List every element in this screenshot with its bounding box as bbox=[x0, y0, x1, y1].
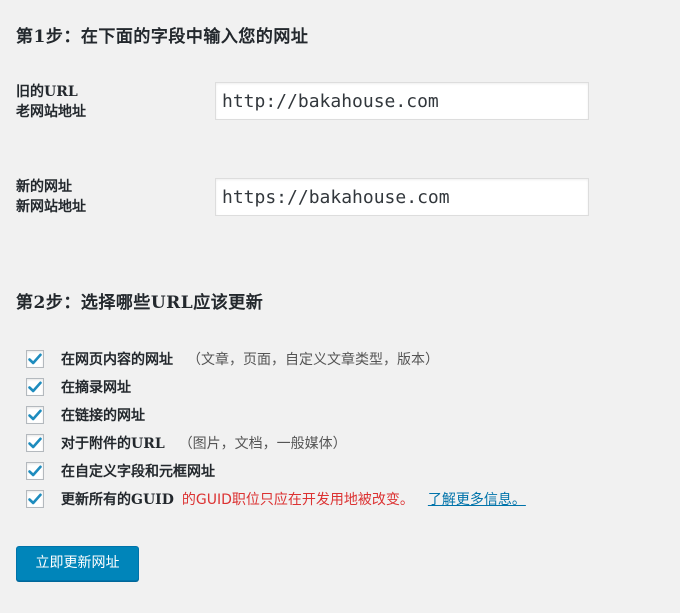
step2-heading: 第2步：选择哪些URL应该更新 bbox=[16, 293, 264, 313]
attachment-urls-label: 对于附件的URL bbox=[61, 436, 165, 452]
option-guid-urls: 更新所有的GUID 的GUID职位只应在开发用地被改变。 了解更多信息。 bbox=[26, 485, 526, 513]
old-url-label: 旧的URL 老网站地址 bbox=[16, 82, 86, 122]
step1-heading: 第1步：在下面的字段中输入您的网址 bbox=[16, 27, 309, 47]
link-urls-checkbox[interactable] bbox=[26, 406, 44, 424]
checkmark-icon bbox=[28, 409, 42, 421]
update-options-list: 在网页内容的网址 （文章，页面，自定义文章类型，版本） 在摘录网址 在链接的网址 bbox=[26, 345, 526, 513]
content-urls-checkbox[interactable] bbox=[26, 350, 44, 368]
update-urls-panel: 第1步：在下面的字段中输入您的网址 旧的URL 老网站地址 新的网址 新网站地址… bbox=[16, 0, 680, 613]
old-url-label-line1: 旧的URL bbox=[16, 84, 78, 100]
learn-more-link[interactable]: 了解更多信息。 bbox=[428, 489, 526, 509]
checkmark-icon bbox=[28, 465, 42, 477]
checkmark-icon bbox=[28, 437, 42, 449]
checkmark-icon bbox=[28, 381, 42, 393]
option-custom-field-urls: 在自定义字段和元框网址 bbox=[26, 457, 526, 485]
custom-field-urls-label: 在自定义字段和元框网址 bbox=[61, 464, 215, 480]
old-url-input[interactable] bbox=[215, 82, 589, 120]
checkmark-icon bbox=[28, 353, 42, 365]
option-content-urls: 在网页内容的网址 （文章，页面，自定义文章类型，版本） bbox=[26, 345, 526, 373]
new-url-label: 新的网址 新网站地址 bbox=[16, 177, 86, 217]
guid-urls-checkbox[interactable] bbox=[26, 490, 44, 508]
content-urls-note: （文章，页面，自定义文章类型，版本） bbox=[187, 352, 439, 368]
checkmark-icon bbox=[28, 493, 42, 505]
content-urls-label: 在网页内容的网址 bbox=[61, 352, 173, 368]
guid-urls-label: 更新所有的GUID bbox=[61, 492, 174, 508]
excerpt-urls-label: 在摘录网址 bbox=[61, 380, 131, 396]
guid-warning-text: 的GUID职位只应在开发用地被改变。 bbox=[181, 492, 414, 508]
option-excerpt-urls: 在摘录网址 bbox=[26, 373, 526, 401]
option-link-urls: 在链接的网址 bbox=[26, 401, 526, 429]
new-url-label-line1: 新的网址 bbox=[16, 179, 72, 195]
old-url-label-line2: 老网站地址 bbox=[16, 104, 86, 120]
new-url-input[interactable] bbox=[215, 178, 589, 216]
link-urls-label: 在链接的网址 bbox=[61, 408, 145, 424]
new-url-label-line2: 新网站地址 bbox=[16, 199, 86, 215]
option-attachment-urls: 对于附件的URL （图片，文档，一般媒体） bbox=[26, 429, 526, 457]
attachment-urls-note: （图片，文档，一般媒体） bbox=[178, 436, 347, 452]
update-urls-button[interactable]: 立即更新网址 bbox=[16, 546, 139, 581]
attachment-urls-checkbox[interactable] bbox=[26, 434, 44, 452]
custom-field-urls-checkbox[interactable] bbox=[26, 462, 44, 480]
excerpt-urls-checkbox[interactable] bbox=[26, 378, 44, 396]
